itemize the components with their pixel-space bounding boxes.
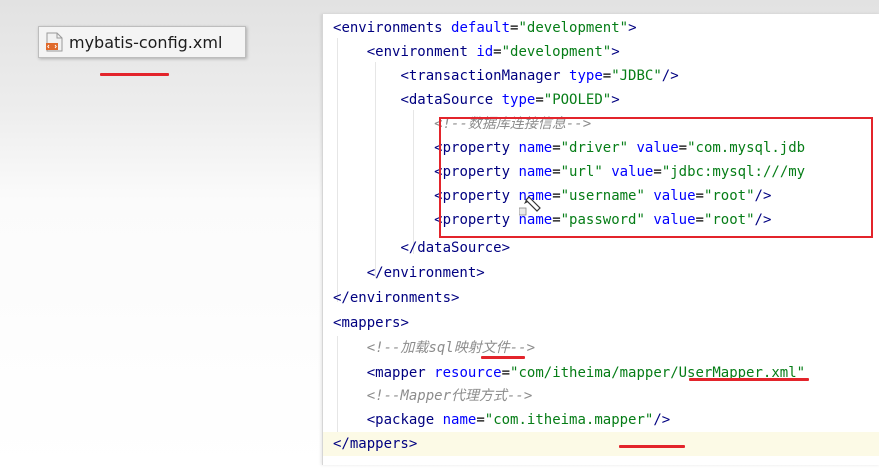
code-line: <environments default="development"> [333,20,637,36]
code-line: <mappers> [333,315,409,331]
code-comment: <!--Mapper代理方式--> [366,388,533,404]
code-line: <dataSource type="POOLED"> [400,92,620,108]
annotation-underline-mapper-path [689,378,809,381]
code-line: <mapper resource="com/itheima/mapper/Use… [366,365,806,381]
annotation-underline-tab [100,73,169,76]
code-line: <transactionManager type="JDBC"/> [400,68,679,84]
annotation-underline-mapping-file [481,356,525,359]
code-line: </dataSource> [400,240,511,256]
code-editor[interactable]: <environments default="development"> <en… [322,14,879,465]
code-line: </mappers> [333,436,418,452]
code-line: </environments> [333,290,460,306]
file-tab-label: mybatis-config.xml [69,32,223,52]
code-line: <package name="com.itheima.mapper"/> [366,412,671,428]
code-line: <environment id="development"> [366,44,620,60]
xml-file-icon [46,32,63,52]
annotation-box-datasource-properties [439,117,873,238]
annotation-underline-package [619,445,685,448]
file-tab[interactable]: mybatis-config.xml [38,26,246,58]
pen-cursor-icon [519,196,541,216]
code-line: </environment> [366,265,485,281]
